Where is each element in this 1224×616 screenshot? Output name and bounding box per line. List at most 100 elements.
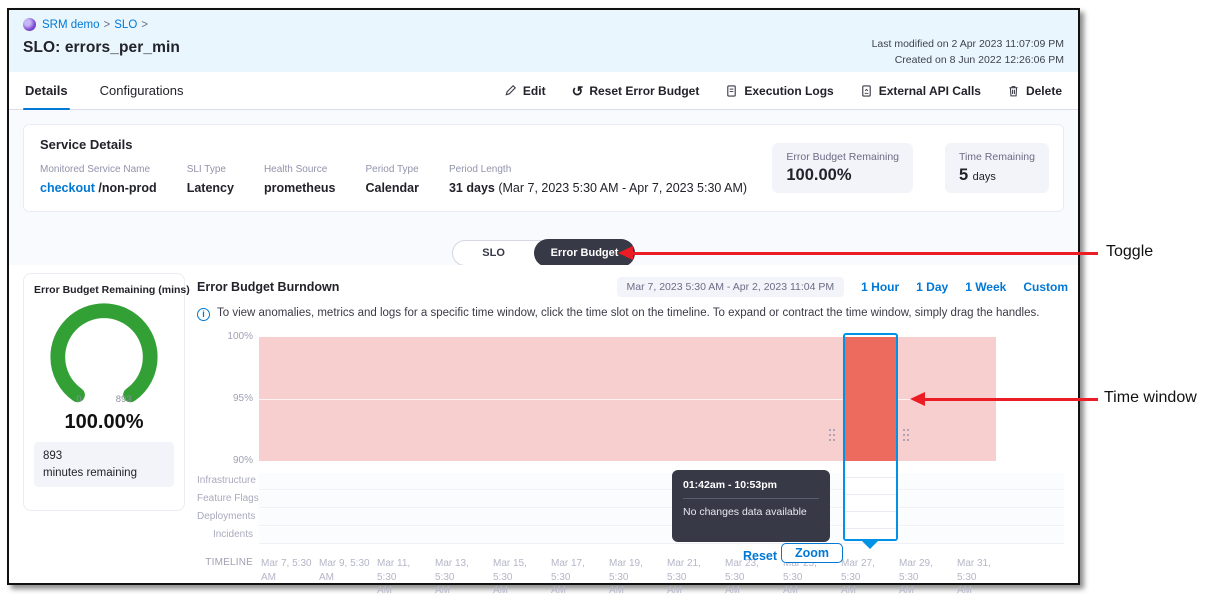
lane-label-infrastructure: Infrastructure <box>197 475 253 486</box>
left-drag-handle[interactable] <box>829 429 838 445</box>
reset-error-budget-label: Reset Error Budget <box>589 84 699 98</box>
zoom-button[interactable]: Zoom <box>781 543 843 563</box>
timeline-tick: Mar 7, 5:30AM <box>261 557 316 584</box>
time-remaining-stat: Time Remaining 5 days <box>945 143 1049 193</box>
reset-zoom-link[interactable]: Reset <box>743 549 777 563</box>
toggle-annotation: Toggle <box>1106 243 1153 261</box>
range-1-hour[interactable]: 1 Hour <box>861 280 899 294</box>
timeline-tick: Mar 23, 5:30AM <box>725 557 780 598</box>
changes-tooltip: 01:42am - 10:53pm No changes data availa… <box>672 470 830 542</box>
trash-icon <box>1007 84 1020 98</box>
stat-label: Error Budget Remaining <box>786 151 899 163</box>
stat-label: Time Remaining <box>959 151 1035 163</box>
last-modified-text: Last modified on 2 Apr 2023 11:07:09 PM <box>872 36 1064 52</box>
execution-logs-label: Execution Logs <box>744 84 833 98</box>
reset-icon: ↺ <box>572 84 584 98</box>
burndown-chart: 100% 95% 90% Infrastructure Feature Flag… <box>197 333 1068 581</box>
time-window-lanes-fill <box>845 461 896 539</box>
tab-configurations[interactable]: Configurations <box>84 72 200 109</box>
slo-details-window: SRM demo > SLO > SLO: errors_per_min Las… <box>7 8 1080 585</box>
timeline-tick: Mar 9, 5:30AM <box>319 557 374 584</box>
timeline-tick: Mar 29, 5:30AM <box>899 557 954 598</box>
field-label: Period Length <box>449 164 747 175</box>
lane-infrastructure <box>259 473 1064 490</box>
time-window-pointer <box>862 541 878 549</box>
plot-area[interactable]: 01:42am - 10:53pm No changes data availa… <box>259 333 1068 581</box>
details-body: Service Details Monitored Service Name c… <box>9 110 1078 583</box>
tab-bar: Details Configurations Edit ↺ Reset Erro… <box>9 72 1078 110</box>
environment-suffix: /non-prod <box>95 181 157 195</box>
date-range-chip[interactable]: Mar 7, 2023 5:30 AM - Apr 2, 2023 11:04 … <box>617 277 845 297</box>
field-label: Monitored Service Name <box>40 164 157 175</box>
y-label-90: 90% <box>197 455 253 466</box>
slo-error-budget-toggle: SLO Error Budget <box>452 240 636 266</box>
timeline-tick: Mar 11, 5:30AM <box>377 557 432 598</box>
info-icon: i <box>197 308 210 321</box>
timeline-tick: Mar 17, 5:30AM <box>551 557 606 598</box>
field-period-length: Period Length 31 days (Mar 7, 2023 5:30 … <box>449 164 747 197</box>
range-1-week[interactable]: 1 Week <box>965 280 1006 294</box>
toggle-option-slo[interactable]: SLO <box>453 247 535 259</box>
y-label-95: 95% <box>197 393 253 404</box>
service-details-card: Service Details Monitored Service Name c… <box>23 124 1064 212</box>
tooltip-time-range: 01:42am - 10:53pm <box>683 479 819 491</box>
stat-value: 100.00% <box>786 166 851 184</box>
stat-unit: days <box>973 171 996 183</box>
gauge: 0 893 <box>34 298 174 421</box>
time-window-band-fill <box>845 337 896 461</box>
lane-incidents <box>259 527 1064 544</box>
breadcrumb-srm-demo[interactable]: SRM demo <box>42 19 100 31</box>
field-monitored-service: Monitored Service Name checkout /non-pro… <box>40 164 157 197</box>
tooltip-message: No changes data available <box>683 506 819 518</box>
field-label: SLI Type <box>187 164 234 175</box>
time-window-annotation: Time window <box>1104 389 1197 407</box>
field-value-detail: (Mar 7, 2023 5:30 AM - Apr 7, 2023 5:30 … <box>495 181 747 195</box>
monitored-service-link[interactable]: checkout <box>40 181 95 195</box>
delete-label: Delete <box>1026 84 1062 98</box>
minutes-remaining-value: 893 <box>43 448 165 465</box>
reset-error-budget-button[interactable]: ↺ Reset Error Budget <box>572 84 700 98</box>
time-window-selection[interactable] <box>843 333 898 541</box>
breadcrumb-slo[interactable]: SLO <box>114 19 137 31</box>
lane-label-deployments: Deployments <box>197 511 253 522</box>
timeline-tick: Mar 13, 5:30AM <box>435 557 490 598</box>
range-custom[interactable]: Custom <box>1023 280 1068 294</box>
lane-label-incidents: Incidents <box>197 529 253 540</box>
field-value: Calendar <box>365 181 419 195</box>
field-value: prometheus <box>264 181 336 195</box>
minutes-remaining-box: 893 minutes remaining <box>34 442 174 487</box>
right-drag-handle[interactable] <box>903 429 912 445</box>
breadcrumb-separator: > <box>104 19 111 31</box>
tab-details[interactable]: Details <box>9 72 84 109</box>
stat-value: 5 <box>959 166 968 184</box>
time-window-arrow-head <box>910 392 925 406</box>
timeline-tick: Mar 19, 5:30AM <box>609 557 664 598</box>
external-api-calls-button[interactable]: External API Calls <box>860 84 981 98</box>
timeline-tick: Mar 21, 5:30AM <box>667 557 722 598</box>
gauge-min: 0 <box>76 394 81 405</box>
field-sli-type: SLI Type Latency <box>187 164 234 197</box>
page-header: SRM demo > SLO > SLO: errors_per_min Las… <box>9 10 1078 72</box>
y-label-100: 100% <box>197 331 253 342</box>
field-value: 31 days <box>449 181 495 195</box>
toggle-arrow-line <box>632 252 1098 255</box>
error-budget-remaining-stat: Error Budget Remaining 100.00% <box>772 143 913 193</box>
timeline-tick: Mar 15, 5:30AM <box>493 557 548 598</box>
error-budget-section: Error Budget Remaining (mins) 0 893 100.… <box>9 265 1078 583</box>
range-1-day[interactable]: 1 Day <box>916 280 948 294</box>
breadcrumb-separator: > <box>141 19 148 31</box>
field-value: Latency <box>187 181 234 195</box>
execution-logs-button[interactable]: Execution Logs <box>725 84 833 98</box>
document-icon <box>725 84 738 98</box>
timeline-tick: Mar 27, 5:30AM <box>841 557 896 598</box>
created-text: Created on 8 Jun 2022 12:26:06 PM <box>872 52 1064 68</box>
document-api-icon <box>860 84 873 98</box>
field-health-source: Health Source prometheus <box>264 164 336 197</box>
delete-button[interactable]: Delete <box>1007 84 1062 98</box>
edit-label: Edit <box>523 84 546 98</box>
error-budget-burndown: Error Budget Burndown Mar 7, 2023 5:30 A… <box>197 273 1068 583</box>
edit-button[interactable]: Edit <box>504 84 546 98</box>
time-window-arrow-line <box>924 398 1098 401</box>
error-budget-gauge-card: Error Budget Remaining (mins) 0 893 100.… <box>23 273 185 511</box>
lane-label-feature-flags: Feature Flags <box>197 493 253 504</box>
